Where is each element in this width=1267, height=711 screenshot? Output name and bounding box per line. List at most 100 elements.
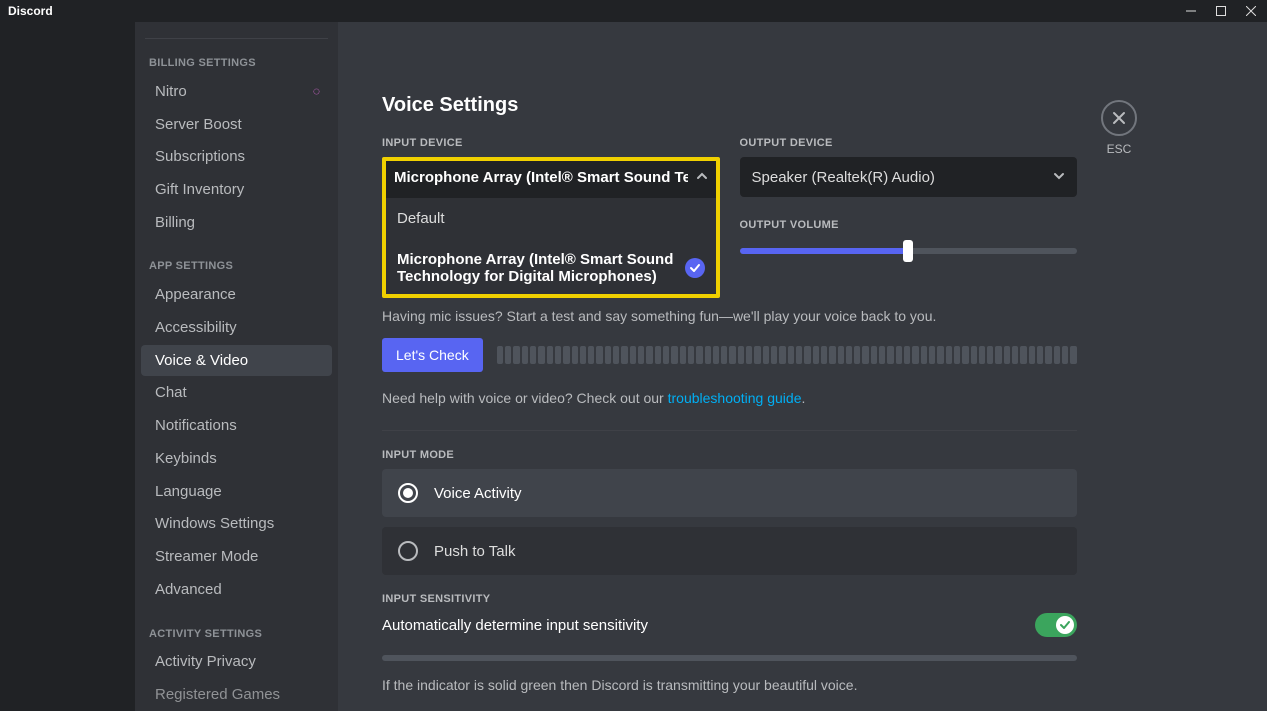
meter-segment (505, 346, 511, 364)
help-line: Need help with voice or video? Check out… (382, 390, 1077, 406)
close-settings-button[interactable]: ESC (1101, 100, 1137, 156)
sidebar-item-label: Accessibility (155, 319, 237, 336)
meter-segment (829, 346, 835, 364)
meter-segment (862, 346, 868, 364)
meter-segment (646, 346, 652, 364)
sidebar-item-voice-video[interactable]: Voice & Video (141, 345, 332, 376)
output-volume-label: OUTPUT VOLUME (740, 219, 1078, 231)
meter-segment (655, 346, 661, 364)
input-mode-voice-activity[interactable]: Voice Activity (382, 469, 1077, 517)
meter-segment (846, 346, 852, 364)
check-icon (685, 258, 705, 278)
option-label: Default (397, 210, 705, 227)
sidebar-item-label: Streamer Mode (155, 548, 258, 565)
radio-label: Voice Activity (434, 485, 522, 502)
output-volume-slider[interactable] (740, 241, 1078, 261)
sidebar-item-server-boost[interactable]: Server Boost (141, 109, 332, 140)
sidebar-item-accessibility[interactable]: Accessibility (141, 312, 332, 343)
input-device-value: Microphone Array (Intel® Smart Sound Te (394, 169, 688, 186)
meter-segment (1070, 346, 1076, 364)
meter-segment (1054, 346, 1060, 364)
meter-segment (813, 346, 819, 364)
meter-segment (671, 346, 677, 364)
sidebar-divider (145, 38, 328, 39)
auto-sensitivity-label: Automatically determine input sensitivit… (382, 617, 648, 634)
meter-segment (912, 346, 918, 364)
sidebar-item-label: Activity Privacy (155, 653, 256, 670)
sidebar-item-registered-games[interactable]: Registered Games (141, 679, 332, 710)
section-divider (382, 430, 1077, 431)
sidebar-item-notifications[interactable]: Notifications (141, 410, 332, 441)
meter-segment (788, 346, 794, 364)
meter-segment (563, 346, 569, 364)
sidebar-item-label: Appearance (155, 286, 236, 303)
meter-segment (580, 346, 586, 364)
input-mode-push-to-talk[interactable]: Push to Talk (382, 527, 1077, 575)
meter-segment (497, 346, 503, 364)
sidebar-item-label: Keybinds (155, 450, 217, 467)
input-sensitivity-label: INPUT SENSITIVITY (382, 593, 1077, 605)
meter-segment (1045, 346, 1051, 364)
sidebar-item-label: Chat (155, 384, 187, 401)
meter-segment (596, 346, 602, 364)
input-device-label: INPUT DEVICE (382, 137, 720, 149)
sidebar-item-appearance[interactable]: Appearance (141, 279, 332, 310)
troubleshooting-link[interactable]: troubleshooting guide (668, 390, 802, 406)
auto-sensitivity-toggle[interactable] (1035, 613, 1077, 637)
page-title: Voice Settings (382, 42, 1077, 117)
meter-segment (779, 346, 785, 364)
sidebar-item-label: Language (155, 483, 222, 500)
toggle-on-icon (1056, 616, 1074, 634)
sidebar-header-billing: BILLING SETTINGS (135, 53, 338, 75)
sidebar-item-chat[interactable]: Chat (141, 378, 332, 409)
meter-segment (1004, 346, 1010, 364)
meter-segment (1029, 346, 1035, 364)
meter-segment (754, 346, 760, 364)
sidebar-item-gift-inventory[interactable]: Gift Inventory (141, 174, 332, 205)
sidebar-item-label: Windows Settings (155, 515, 274, 532)
sidebar-item-advanced[interactable]: Advanced (141, 574, 332, 605)
lets-check-button[interactable]: Let's Check (382, 338, 483, 372)
sidebar-item-label: Server Boost (155, 116, 242, 133)
input-device-option-mic-array[interactable]: Microphone Array (Intel® Smart Sound Tec… (383, 239, 719, 297)
sensitivity-description: If the indicator is solid green then Dis… (382, 677, 1077, 693)
sidebar-item-nitro[interactable]: Nitro ◌ (141, 76, 332, 107)
meter-segment (921, 346, 927, 364)
meter-segment (871, 346, 877, 364)
meter-segment (713, 346, 719, 364)
sidebar-item-label: Voice & Video (155, 352, 248, 369)
meter-segment (763, 346, 769, 364)
sidebar-item-subscriptions[interactable]: Subscriptions (141, 141, 332, 172)
slider-thumb[interactable] (903, 240, 913, 262)
nitro-badge-icon: ◌ (313, 84, 320, 98)
close-icon (1101, 100, 1137, 136)
input-device-select[interactable]: Microphone Array (Intel® Smart Sound Te (382, 157, 720, 197)
sidebar-item-label: Billing (155, 214, 195, 231)
window-maximize-button[interactable] (1207, 0, 1235, 22)
meter-segment (904, 346, 910, 364)
left-gutter (0, 22, 135, 711)
meter-segment (1012, 346, 1018, 364)
output-device-select[interactable]: Speaker (Realtek(R) Audio) (740, 157, 1078, 197)
meter-segment (962, 346, 968, 364)
settings-content: Voice Settings INPUT DEVICE Microphone A… (382, 42, 1077, 711)
meter-segment (746, 346, 752, 364)
sidebar-item-streamer-mode[interactable]: Streamer Mode (141, 541, 332, 572)
sidebar-item-billing[interactable]: Billing (141, 207, 332, 238)
help-suffix: . (802, 390, 806, 406)
sidebar-item-label: Registered Games (155, 686, 280, 703)
sidebar-item-keybinds[interactable]: Keybinds (141, 443, 332, 474)
sidebar-item-windows-settings[interactable]: Windows Settings (141, 508, 332, 539)
sidebar-item-language[interactable]: Language (141, 476, 332, 507)
input-device-option-default[interactable]: Default (383, 198, 719, 239)
sidebar-item-activity-privacy[interactable]: Activity Privacy (141, 647, 332, 678)
meter-segment (688, 346, 694, 364)
input-device-highlight: Microphone Array (Intel® Smart Sound Te … (382, 157, 720, 298)
output-device-label: OUTPUT DEVICE (740, 137, 1078, 149)
window-close-button[interactable] (1237, 0, 1265, 22)
meter-segment (771, 346, 777, 364)
esc-label: ESC (1101, 142, 1137, 156)
window-minimize-button[interactable] (1177, 0, 1205, 22)
meter-segment (1020, 346, 1026, 364)
meter-segment (995, 346, 1001, 364)
